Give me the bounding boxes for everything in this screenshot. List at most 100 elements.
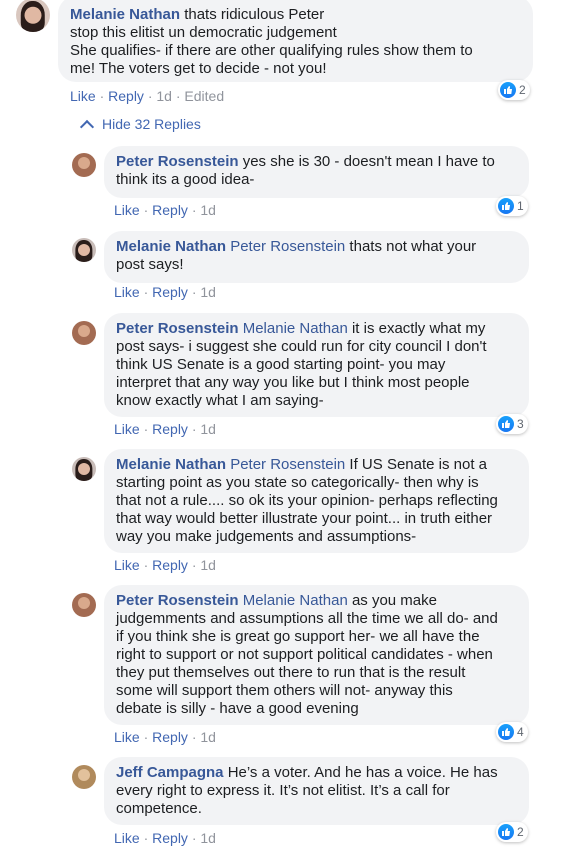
like-link[interactable]: Like	[114, 284, 140, 300]
reply-link[interactable]: Reply	[152, 421, 188, 437]
comment-text: She qualifies- if there are other qualif…	[70, 42, 473, 59]
timestamp[interactable]: 1d	[200, 421, 216, 437]
comment-text: every right to express it. It’s not elit…	[116, 782, 450, 799]
comment-text: right to support or not support politica…	[116, 646, 493, 663]
reaction-count[interactable]: 2	[496, 822, 528, 842]
reaction-count[interactable]: 3	[496, 414, 528, 434]
reply-link[interactable]: Reply	[152, 729, 188, 745]
avatar[interactable]	[72, 593, 96, 617]
avatar[interactable]	[72, 457, 96, 481]
mention-link[interactable]: Peter Rosenstein	[226, 238, 345, 255]
hide-replies-toggle[interactable]: Hide 32 Replies	[79, 116, 201, 134]
comment-text: thats ridiculous Peter	[180, 6, 325, 23]
like-reaction-icon	[498, 198, 514, 214]
reaction-count[interactable]: 2	[498, 80, 530, 100]
comment-text: know exactly what I am saying-	[116, 392, 324, 409]
reaction-number: 4	[517, 725, 524, 739]
comment-actions: Like · Reply · 1d	[114, 421, 216, 437]
comment-author[interactable]: Jeff Campagna	[116, 764, 224, 781]
avatar[interactable]	[72, 321, 96, 345]
mention-link[interactable]: Melanie Nathan	[239, 592, 348, 609]
like-reaction-icon	[500, 82, 516, 98]
avatar[interactable]	[16, 0, 50, 32]
timestamp[interactable]: 1d	[200, 830, 216, 846]
comment-text: starting point as you state so categoric…	[116, 474, 479, 491]
timestamp[interactable]: 1d	[156, 88, 172, 104]
comment-bubble: Melanie Nathan Peter Rosenstein thats no…	[104, 231, 529, 283]
reply-link[interactable]: Reply	[152, 284, 188, 300]
comment-text: it is exactly what my	[347, 320, 486, 337]
comment-author[interactable]: Peter Rosenstein	[116, 320, 239, 337]
reaction-count[interactable]: 4	[496, 722, 528, 742]
reply-link[interactable]: Reply	[152, 557, 188, 573]
edited-label[interactable]: Edited	[184, 88, 224, 104]
avatar[interactable]	[72, 765, 96, 789]
comment-actions: Like · Reply · 1d · Edited	[70, 88, 225, 104]
like-reaction-icon	[498, 724, 514, 740]
comment-text: yes she is 30 - doesn't mean I have to	[238, 153, 495, 170]
comment-author[interactable]: Melanie Nathan	[116, 238, 226, 255]
mention-link[interactable]: Melanie Nathan	[239, 320, 348, 337]
comment-text: If US Senate is not a	[345, 456, 488, 473]
like-link[interactable]: Like	[114, 557, 140, 573]
comment-text: interpret that any way you like but I th…	[116, 374, 470, 391]
timestamp[interactable]: 1d	[200, 729, 216, 745]
comment-text: competence.	[116, 800, 202, 817]
comment-author[interactable]: Peter Rosenstein	[116, 153, 239, 170]
comment-text: some will support them others will not- …	[116, 682, 453, 699]
comment-text: that not a rule.... so ok its your opini…	[116, 492, 498, 509]
comment-text: post says- i suggest she could run for c…	[116, 338, 487, 355]
comment-text: debate is silly - have a good evening	[116, 700, 359, 717]
avatar[interactable]	[72, 153, 96, 177]
like-link[interactable]: Like	[114, 421, 140, 437]
comment-text: way you make judgements and assumptions-	[116, 528, 417, 545]
comment-author[interactable]: Peter Rosenstein	[116, 592, 239, 609]
like-link[interactable]: Like	[70, 88, 96, 104]
reply-link[interactable]: Reply	[108, 88, 144, 104]
mention-link[interactable]: Peter Rosenstein	[226, 456, 345, 473]
comment-bubble: Melanie Nathan thats ridiculous Peter st…	[58, 0, 533, 82]
timestamp[interactable]: 1d	[200, 557, 216, 573]
comment-text: me! The voters get to decide - not you!	[70, 60, 327, 77]
comment-text: post says!	[116, 256, 184, 273]
reaction-number: 2	[519, 83, 526, 97]
like-reaction-icon	[498, 416, 514, 432]
reply-link[interactable]: Reply	[152, 202, 188, 218]
comment-actions: Like · Reply · 1d	[114, 557, 216, 573]
comment-text: that way would better illustrate your po…	[116, 510, 493, 527]
comment-bubble: Peter Rosenstein Melanie Nathan as you m…	[104, 585, 529, 725]
reaction-number: 2	[517, 825, 524, 839]
comment-actions: Like · Reply · 1d	[114, 284, 216, 300]
comment-author[interactable]: Melanie Nathan	[70, 6, 180, 23]
comment-bubble: Jeff Campagna He’s a voter. And he has a…	[104, 757, 529, 825]
like-link[interactable]: Like	[114, 830, 140, 846]
timestamp[interactable]: 1d	[200, 284, 216, 300]
reaction-number: 1	[517, 199, 524, 213]
comment-text: think its a good idea-	[116, 171, 255, 188]
chevron-up-icon	[79, 119, 95, 134]
comment-text: thats not what your	[345, 238, 477, 255]
hide-replies-label: Hide 32 Replies	[102, 116, 201, 132]
comment-text: as you make	[347, 592, 437, 609]
comment-actions: Like · Reply · 1d	[114, 729, 216, 745]
comment-bubble: Peter Rosenstein Melanie Nathan it is ex…	[104, 313, 529, 417]
comment-actions: Like · Reply · 1d	[114, 830, 216, 846]
like-reaction-icon	[498, 824, 514, 840]
timestamp[interactable]: 1d	[200, 202, 216, 218]
comment-text: think US Senate is a good starting point…	[116, 356, 446, 373]
comment-text: stop this elitist un democratic judgemen…	[70, 24, 337, 41]
reaction-count[interactable]: 1	[496, 196, 528, 216]
like-link[interactable]: Like	[114, 729, 140, 745]
avatar[interactable]	[72, 238, 96, 262]
comment-text: if you think she is great go support her…	[116, 628, 480, 645]
comment-text: He’s a voter. And he has a voice. He has	[223, 764, 498, 781]
comment-bubble: Peter Rosenstein yes she is 30 - doesn't…	[104, 146, 529, 198]
comment-text: judgemments and assumptions all the time…	[116, 610, 498, 627]
comment-bubble: Melanie Nathan Peter Rosenstein If US Se…	[104, 449, 529, 553]
comment-text: they put themselves out there to run tha…	[116, 664, 466, 681]
like-link[interactable]: Like	[114, 202, 140, 218]
reply-link[interactable]: Reply	[152, 830, 188, 846]
reaction-number: 3	[517, 417, 524, 431]
comment-actions: Like · Reply · 1d	[114, 202, 216, 218]
comment-author[interactable]: Melanie Nathan	[116, 456, 226, 473]
